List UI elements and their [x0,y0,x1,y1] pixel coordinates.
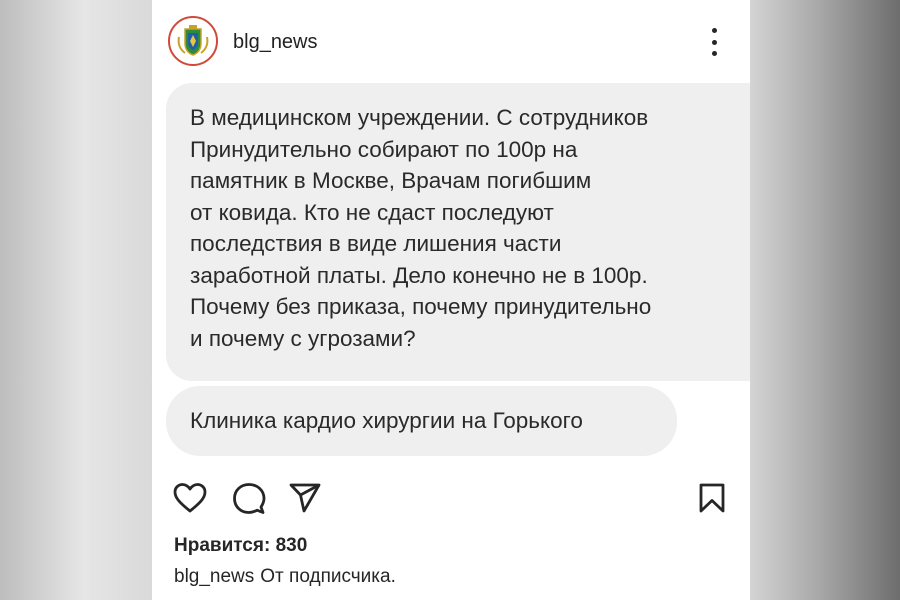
message-line: В медицинском учреждении. С сотрудников [190,105,649,130]
avatar[interactable] [168,16,218,66]
instagram-post: blg_news В медицинском учреждении. С сот… [152,0,750,600]
post-header: blg_news [152,0,750,80]
emblem-avatar-icon [174,22,212,60]
message-line: последствия в виде лишения части [190,231,562,256]
more-dot [711,51,717,56]
message-bubble: В медицинском учреждении. С сотрудников … [166,83,750,381]
more-dot [711,28,717,33]
message-line: Почему без приказа, почему принудительно [190,294,652,319]
second-message-bubble: Клиника кардио хирургии на Горького [166,386,677,456]
share-send-icon[interactable] [288,482,322,514]
post-actions-bar [152,476,750,522]
like-heart-icon[interactable] [172,482,208,514]
caption-text: От подписчика. [260,566,396,587]
second-message-text: Клиника кардио хирургии на Горького [190,408,583,433]
bookmark-icon[interactable] [698,482,726,514]
message-line: от ковида. Кто не сдаст последуют [190,199,554,225]
more-options-icon[interactable] [704,28,724,56]
blurred-background-left [0,0,152,600]
caption-username[interactable]: blg_news [174,566,254,587]
post-caption: blg_news От подписчика. [174,566,396,588]
message-line: и почему с угрозами? [190,325,416,351]
comment-icon[interactable] [232,482,266,516]
more-dot [711,39,717,45]
post-username[interactable]: blg_news [233,31,318,54]
message-line: памятник в Москве, Врачам погибшим [190,168,592,193]
likes-count[interactable]: Нравится: 830 [174,535,307,557]
blurred-background-right [750,0,900,600]
message-line: Принудительно собирают по 100р на [190,136,578,162]
message-line: заработной платы. Дело конечно не в 100р… [190,262,648,288]
